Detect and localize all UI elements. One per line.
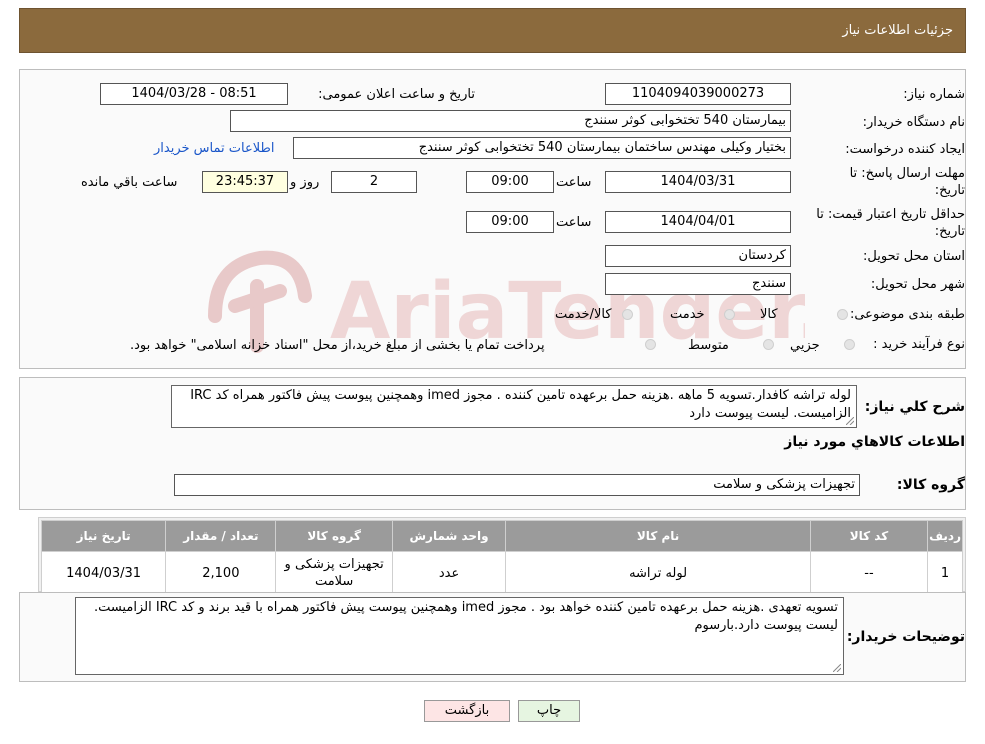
goods-group-field: تجهیزات پزشکی و سلامت xyxy=(174,474,860,496)
category-label: طبقه بندی موضوعی: xyxy=(849,307,965,322)
reply-time-label: ساعت xyxy=(556,175,592,190)
buyer-contact-link[interactable]: اطلاعات تماس خریدار xyxy=(154,141,274,156)
reply-days-field: 2 xyxy=(331,171,417,193)
buyer-notes-text: تسویه تعهدی .هزینه حمل برعهده تامین کنند… xyxy=(93,600,838,633)
cell-goods-group: تجهیزات پزشکی و سلامت xyxy=(275,551,393,595)
requester-field: بختیار وکیلی مهندس ساختمان بیمارستان 540… xyxy=(293,137,791,159)
buyer-notes-textarea[interactable]: تسویه تعهدی .هزینه حمل برعهده تامین کنند… xyxy=(75,597,844,675)
buyer-notes-label: توضیحات خریدار: xyxy=(846,629,965,645)
city-label: شهر محل تحویل: xyxy=(870,277,965,292)
cell-goods-name: لوله تراشه xyxy=(505,551,811,595)
announce-date-label: تاریخ و ساعت اعلان عمومی: xyxy=(318,87,475,102)
category-service-radio[interactable] xyxy=(724,309,735,320)
province-field: کردستان xyxy=(605,245,791,267)
goods-section-title: اطلاعات كالاهاي مورد نياز xyxy=(784,434,965,450)
items-table-container: رديف کد کالا نام کالا واحد شمارش گروه کا… xyxy=(38,517,966,595)
price-validity-date-field: 1404/04/01 xyxy=(605,211,791,233)
table-header-row: رديف کد کالا نام کالا واحد شمارش گروه کا… xyxy=(40,520,963,552)
purchase-small-label: جزیي xyxy=(790,338,820,353)
goods-group-label: گروه کالا: xyxy=(896,477,965,493)
reply-time-field: 09:00 xyxy=(466,171,554,193)
cell-goods-code: -- xyxy=(809,551,929,595)
col-header-goods-code: کد کالا xyxy=(809,520,929,552)
treasury-note: پرداخت تمام یا بخشی از مبلغ خرید،از محل … xyxy=(130,338,545,353)
col-header-unit: واحد شمارش xyxy=(391,520,507,552)
buyer-org-field: بیمارستان 540 تختخوابی کوثر سنندج xyxy=(230,110,791,132)
purchase-medium-radio[interactable] xyxy=(763,339,774,350)
resize-grip-icon[interactable] xyxy=(846,417,854,425)
description-text: لوله تراشه کافدار.تسویه 5 ماهه .هزینه حم… xyxy=(190,388,851,421)
purchase-small-radio[interactable] xyxy=(844,339,855,350)
category-both-radio[interactable] xyxy=(622,309,633,320)
price-validity-label-2: تاریخ: xyxy=(934,224,965,239)
col-header-goods-name: نام کالا xyxy=(505,520,811,552)
city-field: سنندج xyxy=(605,273,791,295)
back-button[interactable]: بازگشت xyxy=(424,700,510,722)
category-both-label: کالا/خدمت xyxy=(555,307,612,322)
remaining-time-field: 23:45:37 xyxy=(202,171,288,193)
price-validity-time-field: 09:00 xyxy=(466,211,554,233)
reply-deadline-label-2: تاریخ: xyxy=(934,183,965,198)
need-number-field: 1104094039000273 xyxy=(605,83,791,105)
price-validity-label: حداقل تاریخ اعتبار قیمت: تا xyxy=(816,207,965,222)
reply-deadline-label: مهلت ارسال پاسخ: تا xyxy=(849,166,965,181)
description-label: شرح کلي نياز: xyxy=(864,399,965,415)
table-row: 1 -- لوله تراشه عدد تجهیزات پزشکی و سلام… xyxy=(40,551,963,595)
province-label: استان محل تحویل: xyxy=(863,249,965,264)
treasury-checkbox[interactable] xyxy=(645,339,656,350)
cell-unit: عدد xyxy=(391,551,507,595)
price-validity-time-label: ساعت xyxy=(556,215,592,230)
page-title: جزئیات اطلاعات نیاز xyxy=(842,23,953,38)
purchase-medium-label: متوسط xyxy=(688,338,729,353)
category-service-label: خدمت xyxy=(670,307,705,322)
need-number-label: شماره نیاز: xyxy=(903,87,965,102)
reply-date-field: 1404/03/31 xyxy=(605,171,791,193)
purchase-type-label: نوع فرآیند خرید : xyxy=(873,337,965,352)
requester-label: ایجاد کننده درخواست: xyxy=(845,142,965,157)
col-header-row-number: رديف xyxy=(927,520,963,552)
buyer-org-label: نام دستگاه خریدار: xyxy=(862,115,965,130)
items-table: رديف کد کالا نام کالا واحد شمارش گروه کا… xyxy=(40,520,963,595)
remaining-time-label: ساعت باقي مانده xyxy=(81,175,178,190)
col-header-quantity: تعداد / مقدار xyxy=(165,520,277,552)
cell-quantity: 2,100 xyxy=(165,551,277,595)
cell-need-date: 1404/03/31 xyxy=(40,551,167,595)
announce-date-field: 1404/03/28 - 08:51 xyxy=(100,83,288,105)
print-button[interactable]: چاپ xyxy=(518,700,580,722)
reply-days-label: روز و xyxy=(290,175,320,190)
category-goods-radio[interactable] xyxy=(837,309,848,320)
cell-row-number: 1 xyxy=(927,551,963,595)
resize-grip-icon[interactable] xyxy=(833,664,841,672)
col-header-need-date: تاریخ نیاز xyxy=(40,520,167,552)
page-header: جزئیات اطلاعات نیاز xyxy=(19,8,966,53)
category-goods-label: کالا xyxy=(760,307,778,322)
col-header-goods-group: گروه کالا xyxy=(275,520,393,552)
description-textarea[interactable]: لوله تراشه کافدار.تسویه 5 ماهه .هزینه حم… xyxy=(171,385,857,428)
